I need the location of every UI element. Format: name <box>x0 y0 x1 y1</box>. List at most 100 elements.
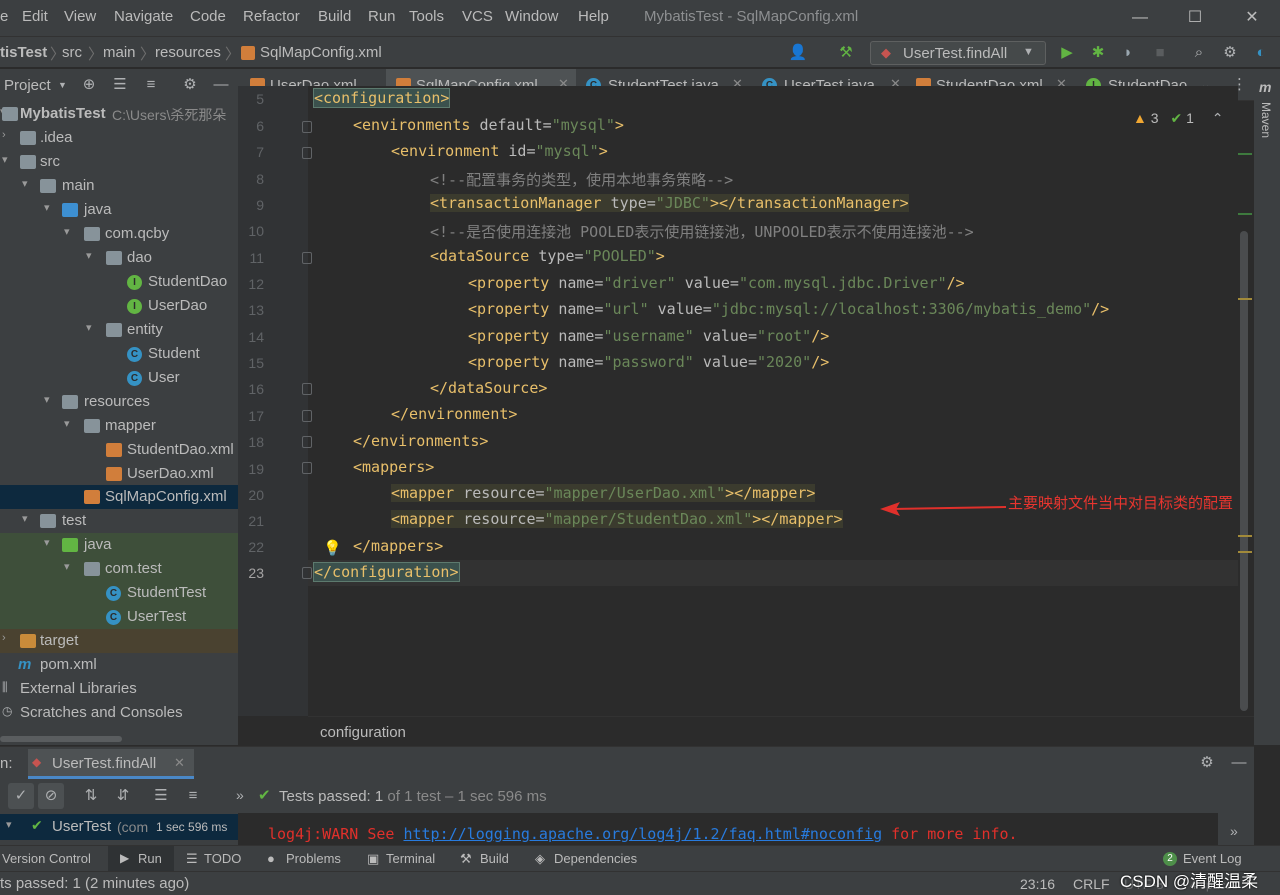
tree-item-studenttest[interactable]: C StudentTest <box>0 581 238 605</box>
tree-item-project-root[interactable]: ▾ MybatisTest C:\Users\杀死那朵 <box>0 102 238 126</box>
tree-item-java-test[interactable]: ▾ java <box>0 533 238 557</box>
build-hammer-icon[interactable]: ⚒ <box>833 40 859 66</box>
debug-icon[interactable]: ✱ <box>1085 40 1111 66</box>
run-configuration-select[interactable]: ◆ UserTest.findAll ▼ <box>870 41 1046 65</box>
user-icon[interactable]: 👤 <box>785 40 811 66</box>
search-icon[interactable]: ⌕ <box>1186 40 1212 66</box>
coverage-icon[interactable]: ◗ <box>1115 40 1141 66</box>
chevron-up-icon[interactable]: ⌃ <box>1212 110 1224 126</box>
tree-item-pom-xml[interactable]: m pom.xml <box>0 653 238 677</box>
fold-icon[interactable] <box>302 410 312 422</box>
menu-edit[interactable]: Edit <box>22 8 48 25</box>
collapse-all-icon[interactable]: ≡ <box>138 72 164 98</box>
tool-terminal[interactable]: Terminal <box>386 851 435 866</box>
tree-item-target[interactable]: › target <box>0 629 238 653</box>
more-icon[interactable]: » <box>1230 823 1238 839</box>
breadcrumb-project[interactable]: tisTest <box>0 44 47 61</box>
menu-tools[interactable]: Tools <box>409 8 444 25</box>
run-console[interactable]: log4j:WARN See http://logging.apache.org… <box>238 813 1218 845</box>
menu-build[interactable]: Build <box>318 8 351 25</box>
menu-navigate[interactable]: Navigate <box>114 8 173 25</box>
maven-icon[interactable]: m <box>1259 79 1271 95</box>
caret-position[interactable]: 23:16 <box>1020 876 1055 892</box>
tree-item-external-libraries[interactable]: ⫼ External Libraries <box>0 677 238 701</box>
tree-item-sqlmapconfig-xml[interactable]: SqlMapConfig.xml <box>0 485 238 509</box>
fold-icon[interactable] <box>302 252 312 264</box>
tree-item-scratches[interactable]: ◷ Scratches and Consoles <box>0 701 238 725</box>
tool-run[interactable]: ▶ Run <box>108 846 174 872</box>
tool-build[interactable]: Build <box>480 851 509 866</box>
tree-item-dao[interactable]: ▾ dao <box>0 246 238 270</box>
editor-breadcrumb[interactable]: configuration <box>320 724 406 741</box>
fold-icon[interactable] <box>302 121 312 133</box>
tree-item-studentdao[interactable]: I StudentDao <box>0 270 238 294</box>
show-ignored-icon[interactable]: ⊘ <box>38 783 64 809</box>
tool-todo[interactable]: TODO <box>204 851 241 866</box>
sort-duration-icon[interactable]: ⇵ <box>110 783 136 809</box>
horizontal-scrollbar[interactable] <box>0 736 122 742</box>
tool-version-control[interactable]: Version Control <box>2 851 91 866</box>
breadcrumb-file[interactable]: SqlMapConfig.xml <box>260 44 382 61</box>
fold-icon[interactable] <box>302 567 312 579</box>
menu-view[interactable]: View <box>64 8 96 25</box>
tree-item-com-qcby[interactable]: ▾ com.qcby <box>0 222 238 246</box>
editor-scrollbar[interactable] <box>1238 101 1254 716</box>
tree-item-test[interactable]: ▾ test <box>0 509 238 533</box>
menu-help[interactable]: Help <box>578 8 609 25</box>
hide-panel-icon[interactable]: — <box>1226 750 1252 776</box>
test-result-row[interactable]: ▾ ✔ UserTest (com 1 sec 596 ms <box>0 814 238 840</box>
breadcrumb-main[interactable]: main <box>103 44 136 61</box>
sort-alpha-icon[interactable]: ⇅ <box>78 783 104 809</box>
breadcrumb-src[interactable]: src <box>62 44 82 61</box>
tree-item-java-main[interactable]: ▾ java <box>0 198 238 222</box>
tree-item-src[interactable]: ▾ src <box>0 150 238 174</box>
menu-code[interactable]: Code <box>190 8 226 25</box>
minimize-icon[interactable]: — <box>1125 4 1155 32</box>
tool-dependencies[interactable]: Dependencies <box>554 851 637 866</box>
fold-icon[interactable] <box>302 147 312 159</box>
console-link[interactable]: http://logging.apache.org/log4j/1.2/faq.… <box>403 825 882 843</box>
tree-item-com-test[interactable]: ▾ com.test <box>0 557 238 581</box>
tree-item-user[interactable]: C User <box>0 366 238 390</box>
tree-item-idea[interactable]: › .idea <box>0 126 238 150</box>
more-icon[interactable]: » <box>236 787 244 803</box>
tree-item-userdao-xml[interactable]: UserDao.xml <box>0 462 238 486</box>
maximize-icon[interactable]: ☐ <box>1180 4 1210 32</box>
close-tab-icon[interactable]: ✕ <box>174 755 185 771</box>
close-window-icon[interactable]: ✕ <box>1237 4 1267 32</box>
tree-item-entity[interactable]: ▾ entity <box>0 318 238 342</box>
menu-vcs[interactable]: VCS <box>462 8 493 25</box>
expand-all-icon[interactable]: ☰ <box>148 783 174 809</box>
jetbrains-icon[interactable]: ◐ <box>1248 40 1274 66</box>
fold-icon[interactable] <box>302 436 312 448</box>
inspection-widget[interactable]: ▲ 3 ✔ 1 ⌃ ⌄ <box>1133 110 1251 127</box>
expand-all-icon[interactable]: ☰ <box>107 72 133 98</box>
scroll-thumb[interactable] <box>1240 231 1248 711</box>
run-icon[interactable]: ▶ <box>1054 40 1080 66</box>
gear-icon[interactable]: ⚙ <box>1194 750 1220 776</box>
show-passed-icon[interactable]: ✓ <box>8 783 34 809</box>
fold-icon[interactable] <box>302 383 312 395</box>
gear-icon[interactable]: ⚙ <box>177 72 203 98</box>
tool-event-log[interactable]: Event Log <box>1183 851 1242 866</box>
locate-icon[interactable]: ⊕ <box>76 72 102 98</box>
hide-panel-icon[interactable]: — <box>208 72 234 98</box>
project-view-select[interactable]: Project <box>4 77 51 94</box>
tree-item-studentdao-xml[interactable]: StudentDao.xml <box>0 438 238 462</box>
breadcrumb-resources[interactable]: resources <box>155 44 221 61</box>
tree-item-mapper[interactable]: ▾ mapper <box>0 414 238 438</box>
collapse-all-icon[interactable]: ≡ <box>180 783 206 809</box>
maven-tool-window[interactable]: Maven <box>1259 102 1273 142</box>
tree-item-resources[interactable]: ▾ resources <box>0 390 238 414</box>
tool-problems[interactable]: Problems <box>286 851 341 866</box>
lightbulb-icon[interactable]: 💡 <box>323 539 342 557</box>
settings-icon[interactable]: ⚙ <box>1217 40 1243 66</box>
status-message[interactable]: ts passed: 1 (2 minutes ago) <box>0 875 189 892</box>
fold-icon[interactable] <box>302 462 312 474</box>
tree-item-main[interactable]: ▾ main <box>0 174 238 198</box>
tree-item-userdao[interactable]: I UserDao <box>0 294 238 318</box>
menu-file[interactable]: e <box>0 8 8 25</box>
menu-refactor[interactable]: Refactor <box>243 8 300 25</box>
menu-window[interactable]: Window <box>505 8 558 25</box>
stop-icon[interactable]: ■ <box>1147 40 1173 66</box>
